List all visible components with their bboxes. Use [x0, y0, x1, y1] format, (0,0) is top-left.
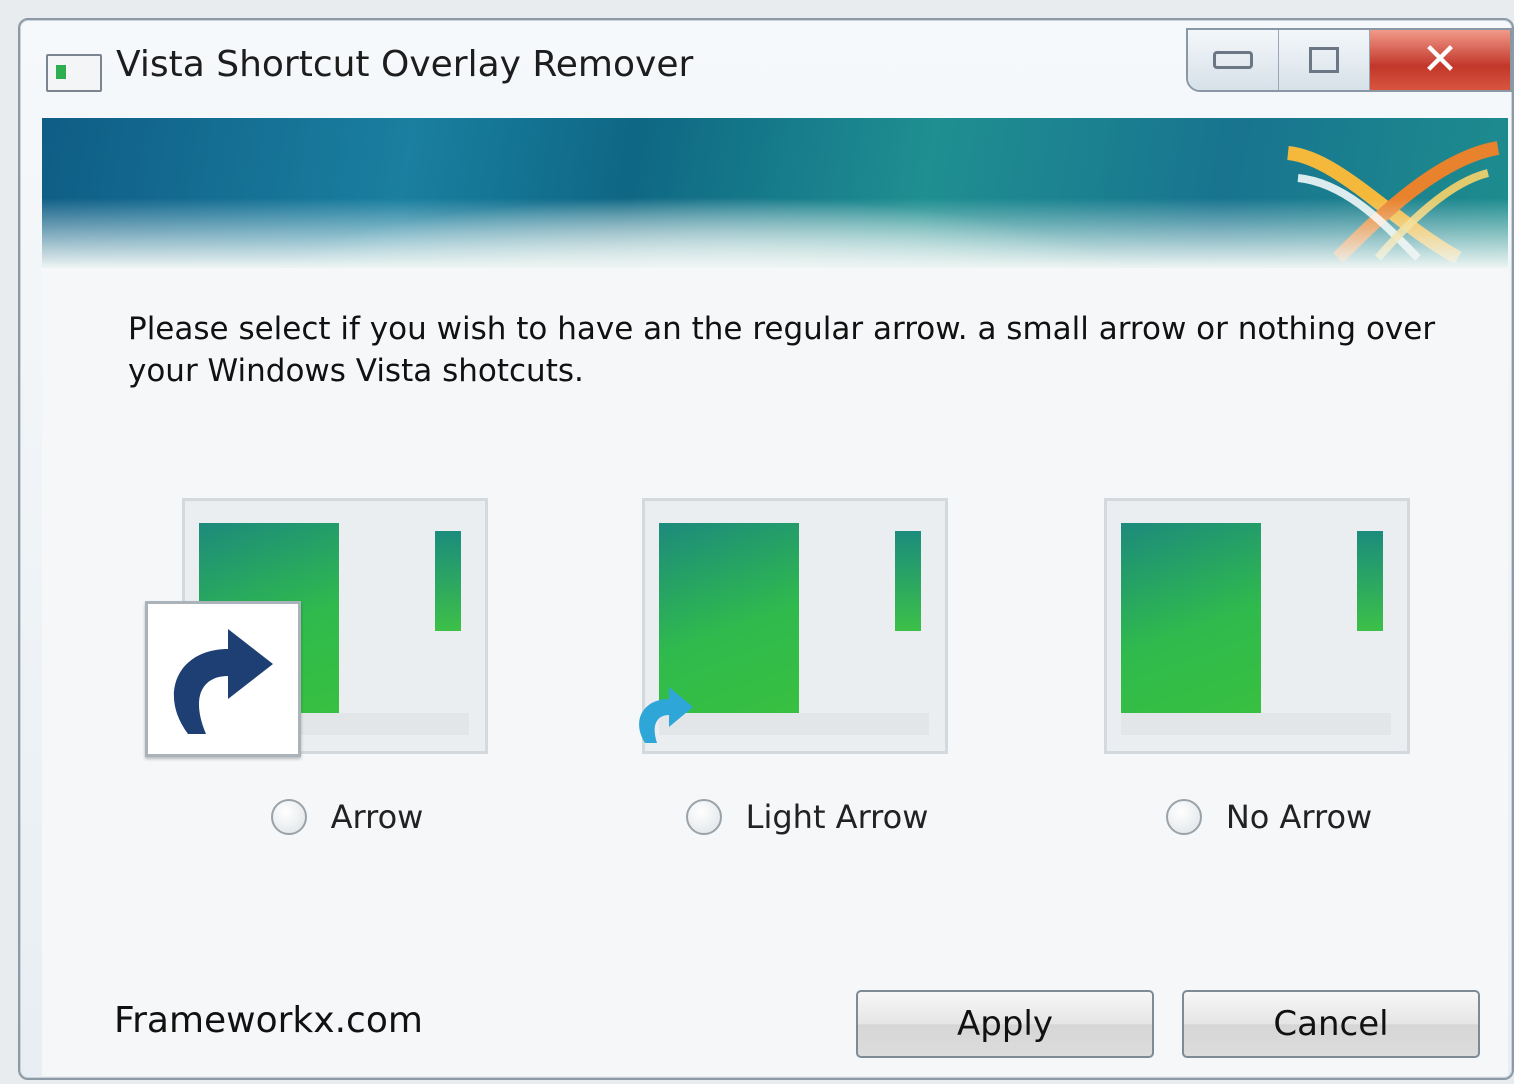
minimize-button[interactable] — [1188, 30, 1278, 90]
preview-arrow — [145, 498, 488, 757]
cancel-button[interactable]: Cancel — [1182, 990, 1480, 1058]
dialog-window: Vista Shortcut Overlay Remover ✕ Please … — [18, 18, 1514, 1080]
title-bar[interactable]: Vista Shortcut Overlay Remover ✕ — [20, 20, 1512, 116]
apply-button[interactable]: Apply — [856, 990, 1154, 1058]
maximize-button[interactable] — [1278, 30, 1369, 90]
option-no-arrow[interactable]: No Arrow — [1104, 488, 1434, 868]
radio-label-light-arrow: Light Arrow — [745, 798, 929, 836]
app-window-icon — [46, 54, 102, 92]
radio-row-no-arrow[interactable]: No Arrow — [1104, 798, 1434, 836]
window-controls: ✕ — [1186, 28, 1512, 92]
radio-label-arrow: Arrow — [330, 798, 424, 836]
preview-light-arrow — [639, 498, 948, 754]
option-arrow[interactable]: Arrow — [145, 488, 512, 868]
light-arrow-icon — [639, 687, 693, 743]
radio-label-no-arrow: No Arrow — [1225, 798, 1373, 836]
maximize-icon — [1309, 47, 1339, 73]
header-banner — [42, 118, 1508, 268]
shortcut-arrow-icon — [145, 601, 301, 757]
preview-no-arrow — [1104, 498, 1410, 754]
dialog-content: Please select if you wish to have an the… — [42, 268, 1508, 1076]
minimize-icon — [1213, 51, 1253, 69]
instruction-text: Please select if you wish to have an the… — [128, 311, 1436, 389]
radio-row-light-arrow[interactable]: Light Arrow — [642, 798, 972, 836]
radio-no-arrow[interactable] — [1165, 799, 1202, 835]
brand-link[interactable]: Frameworkx.com — [114, 1000, 423, 1041]
close-button[interactable]: ✕ — [1369, 30, 1510, 90]
radio-light-arrow[interactable] — [685, 799, 722, 835]
radio-row-arrow[interactable]: Arrow — [182, 798, 512, 836]
window-title: Vista Shortcut Overlay Remover — [116, 44, 694, 85]
radio-arrow[interactable] — [270, 799, 307, 835]
close-icon: ✕ — [1421, 34, 1459, 85]
vista-x-logo-icon — [1286, 141, 1500, 265]
option-light-arrow[interactable]: Light Arrow — [639, 488, 972, 868]
